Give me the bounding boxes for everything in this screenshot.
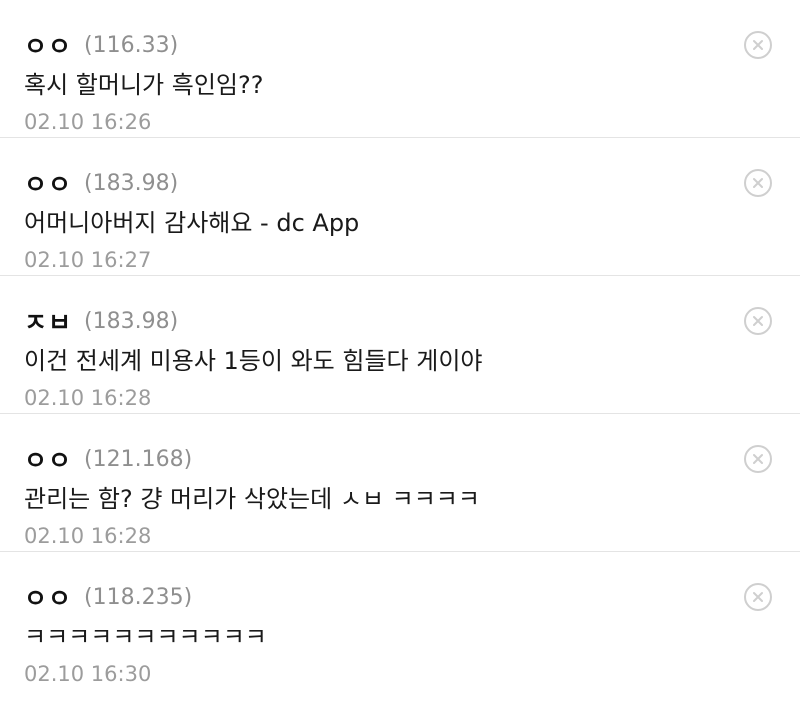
close-circle-icon: [753, 454, 763, 464]
comment-ip: (118.235): [84, 584, 193, 610]
comment-ip: (121.168): [84, 446, 193, 472]
comment-item: ㅇㅇ (121.168) 관리는 함? 걍 머리가 삭았는데 ㅅㅂ ㅋㅋㅋㅋ 0…: [0, 414, 800, 552]
comment-item: ㅈㅂ (183.98) 이건 전세계 미용사 1등이 와도 힘들다 게이야 02…: [0, 276, 800, 414]
comment-timestamp: 02.10 16:27: [24, 248, 152, 272]
close-circle-icon: [753, 40, 763, 50]
delete-comment-button[interactable]: [744, 583, 772, 611]
comment-ip: (116.33): [84, 32, 179, 58]
comment-text: 어머니아버지 감사해요 - dc App: [24, 209, 360, 237]
comment-text: ㅋㅋㅋㅋㅋㅋㅋㅋㅋㅋㅋ: [24, 623, 267, 651]
comment-item: ㅇㅇ (116.33) 혹시 할머니가 흑인임?? 02.10 16:26: [0, 0, 800, 138]
comment-item: ㅇㅇ (183.98) 어머니아버지 감사해요 - dc App 02.10 1…: [0, 138, 800, 276]
comment-meta: ㅈㅂ (183.98): [24, 304, 776, 338]
comment-timestamp: 02.10 16:30: [24, 662, 152, 686]
comment-nickname[interactable]: ㅇㅇ: [24, 165, 72, 201]
comment-meta: ㅇㅇ (116.33): [24, 28, 776, 62]
comment-timestamp: 02.10 16:28: [24, 386, 152, 410]
delete-comment-button[interactable]: [744, 31, 772, 59]
comment-nickname[interactable]: ㅇㅇ: [24, 579, 72, 615]
comment-text: 혹시 할머니가 흑인임??: [24, 71, 264, 99]
close-circle-icon: [753, 178, 763, 188]
comment-timestamp: 02.10 16:28: [24, 524, 152, 548]
comment-text: 이건 전세계 미용사 1등이 와도 힘들다 게이야: [24, 347, 483, 375]
close-circle-icon: [753, 592, 763, 602]
comment-ip: (183.98): [84, 170, 179, 196]
comment-meta: ㅇㅇ (183.98): [24, 166, 776, 200]
comment-nickname[interactable]: ㅈㅂ: [24, 303, 72, 339]
comment-text: 관리는 함? 걍 머리가 삭았는데 ㅅㅂ ㅋㅋㅋㅋ: [24, 485, 480, 513]
comment-nickname[interactable]: ㅇㅇ: [24, 27, 72, 63]
comment-item: ㅇㅇ (118.235) ㅋㅋㅋㅋㅋㅋㅋㅋㅋㅋㅋ 02.10 16:30: [0, 552, 800, 690]
comment-nickname[interactable]: ㅇㅇ: [24, 441, 72, 477]
close-circle-icon: [753, 316, 763, 326]
comment-list: ㅇㅇ (116.33) 혹시 할머니가 흑인임?? 02.10 16:26 ㅇㅇ…: [0, 0, 800, 706]
delete-comment-button[interactable]: [744, 445, 772, 473]
delete-comment-button[interactable]: [744, 307, 772, 335]
comment-meta: ㅇㅇ (118.235): [24, 580, 776, 614]
comment-ip: (183.98): [84, 308, 179, 334]
comment-meta: ㅇㅇ (121.168): [24, 442, 776, 476]
comment-timestamp: 02.10 16:26: [24, 110, 152, 134]
delete-comment-button[interactable]: [744, 169, 772, 197]
